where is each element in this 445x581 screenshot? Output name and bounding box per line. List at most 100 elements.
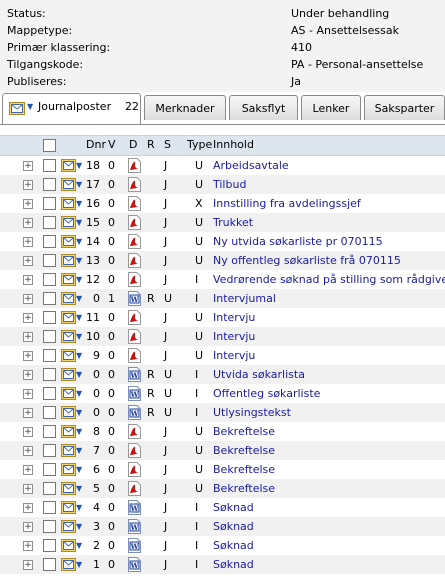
- cell-innhold-link[interactable]: Intervju: [213, 330, 255, 343]
- chevron-down-icon[interactable]: ▼: [76, 256, 82, 265]
- table-row[interactable]: + ▼ 9 0 J U Intervju: [0, 346, 445, 365]
- table-row[interactable]: + ▼ 6 0 J U Bekreftelse: [0, 460, 445, 479]
- mail-folder-icon[interactable]: [61, 197, 76, 210]
- pdf-icon[interactable]: [128, 310, 141, 325]
- cell-innhold-link[interactable]: Innstilling fra avdelingssjef: [213, 197, 361, 210]
- table-row[interactable]: + ▼ 16 0 J X Innstilling fra avdelingssjef: [0, 194, 445, 213]
- chevron-down-icon[interactable]: ▼: [76, 351, 82, 360]
- col-v[interactable]: V: [108, 138, 116, 151]
- cell-innhold-link[interactable]: Søknad: [213, 558, 254, 571]
- row-checkbox[interactable]: [43, 425, 56, 438]
- row-checkbox[interactable]: [43, 463, 56, 476]
- mail-folder-icon[interactable]: [61, 349, 76, 362]
- expand-icon[interactable]: +: [23, 370, 33, 380]
- expand-icon[interactable]: +: [23, 560, 33, 570]
- chevron-down-icon[interactable]: ▼: [76, 465, 82, 474]
- word-icon[interactable]: W: [128, 519, 141, 534]
- expand-icon[interactable]: +: [23, 313, 33, 323]
- table-row[interactable]: + ▼ 0 1 W R U I Intervjumal: [0, 289, 445, 308]
- row-checkbox[interactable]: [43, 273, 56, 286]
- cell-innhold-link[interactable]: Bekreftelse: [213, 425, 275, 438]
- row-checkbox[interactable]: [43, 349, 56, 362]
- tab-saksflyt[interactable]: Saksflyt: [229, 95, 298, 120]
- pdf-icon[interactable]: [128, 443, 141, 458]
- col-type[interactable]: Type: [187, 138, 212, 151]
- expand-icon[interactable]: +: [23, 503, 33, 513]
- mail-folder-icon[interactable]: [61, 558, 76, 571]
- table-row[interactable]: + ▼ 7 0 J U Bekreftelse: [0, 441, 445, 460]
- expand-icon[interactable]: +: [23, 522, 33, 532]
- expand-icon[interactable]: +: [23, 351, 33, 361]
- table-row[interactable]: + ▼ 12 0 J I Vedrørende søknad på stilling som…: [0, 270, 445, 289]
- chevron-down-icon[interactable]: ▼: [76, 237, 82, 246]
- cell-innhold-link[interactable]: Intervju: [213, 349, 255, 362]
- cell-innhold-link[interactable]: Tilbud: [213, 178, 246, 191]
- row-checkbox[interactable]: [43, 197, 56, 210]
- expand-icon[interactable]: +: [23, 161, 33, 171]
- expand-icon[interactable]: +: [23, 199, 33, 209]
- cell-innhold-link[interactable]: Arbeidsavtale: [213, 159, 289, 172]
- table-row[interactable]: + ▼ 8 0 J U Bekreftelse: [0, 422, 445, 441]
- mail-folder-icon[interactable]: [61, 311, 76, 324]
- expand-icon[interactable]: +: [23, 465, 33, 475]
- row-checkbox[interactable]: [43, 387, 56, 400]
- expand-icon[interactable]: +: [23, 237, 33, 247]
- row-checkbox[interactable]: [43, 368, 56, 381]
- mail-folder-icon[interactable]: [61, 520, 76, 533]
- row-checkbox[interactable]: [43, 444, 56, 457]
- cell-innhold-link[interactable]: Intervjumal: [213, 292, 276, 305]
- expand-icon[interactable]: +: [23, 484, 33, 494]
- cell-innhold-link[interactable]: Bekreftelse: [213, 463, 275, 476]
- row-checkbox[interactable]: [43, 330, 56, 343]
- pdf-icon[interactable]: [128, 234, 141, 249]
- chevron-down-icon[interactable]: ▼: [76, 180, 82, 189]
- chevron-down-icon[interactable]: ▼: [76, 199, 82, 208]
- cell-innhold-link[interactable]: Offentleg søkarliste: [213, 387, 320, 400]
- col-s[interactable]: S: [164, 138, 171, 151]
- chevron-down-icon[interactable]: ▼: [76, 218, 82, 227]
- pdf-icon[interactable]: [128, 196, 141, 211]
- tab-saksparter[interactable]: Saksparter: [364, 95, 445, 120]
- row-checkbox[interactable]: [43, 482, 56, 495]
- table-row[interactable]: + ▼ 13 0 J U Ny offentleg søkarliste frå 07011…: [0, 251, 445, 270]
- pdf-icon[interactable]: [128, 253, 141, 268]
- chevron-down-icon[interactable]: ▼: [76, 541, 82, 550]
- cell-innhold-link[interactable]: Trukket: [213, 216, 253, 229]
- expand-icon[interactable]: +: [23, 541, 33, 551]
- cell-innhold-link[interactable]: Vedrørende søknad på stilling som rådgiv…: [213, 273, 445, 286]
- word-icon[interactable]: W: [128, 500, 141, 515]
- row-checkbox[interactable]: [43, 311, 56, 324]
- mail-folder-icon[interactable]: [61, 330, 76, 343]
- mail-folder-icon[interactable]: [61, 425, 76, 438]
- cell-innhold-link[interactable]: Søknad: [213, 539, 254, 552]
- row-checkbox[interactable]: [43, 178, 56, 191]
- expand-icon[interactable]: +: [23, 427, 33, 437]
- cell-innhold-link[interactable]: Bekreftelse: [213, 482, 275, 495]
- word-icon[interactable]: W: [128, 386, 141, 401]
- tab-lenker[interactable]: Lenker: [301, 95, 361, 120]
- word-icon[interactable]: W: [128, 367, 141, 382]
- chevron-down-icon[interactable]: ▼: [76, 161, 82, 170]
- mail-folder-icon[interactable]: [61, 539, 76, 552]
- table-row[interactable]: + ▼ 11 0 J U Intervju: [0, 308, 445, 327]
- pdf-icon[interactable]: [128, 481, 141, 496]
- chevron-down-icon[interactable]: ▼: [76, 427, 82, 436]
- expand-icon[interactable]: +: [23, 294, 33, 304]
- word-icon[interactable]: W: [128, 405, 141, 420]
- mail-folder-icon[interactable]: [61, 216, 76, 229]
- row-checkbox[interactable]: [43, 558, 56, 571]
- chevron-down-icon[interactable]: ▼: [76, 408, 82, 417]
- table-row[interactable]: + ▼ 17 0 J U Tilbud: [0, 175, 445, 194]
- mail-folder-icon[interactable]: [61, 292, 76, 305]
- chevron-down-icon[interactable]: ▼: [76, 275, 82, 284]
- mail-folder-icon[interactable]: [61, 463, 76, 476]
- chevron-down-icon[interactable]: ▼: [76, 522, 82, 531]
- expand-icon[interactable]: +: [23, 218, 33, 228]
- pdf-icon[interactable]: [128, 462, 141, 477]
- pdf-icon[interactable]: [128, 348, 141, 363]
- mail-folder-icon[interactable]: [61, 482, 76, 495]
- cell-innhold-link[interactable]: Søknad: [213, 501, 254, 514]
- expand-icon[interactable]: +: [23, 446, 33, 456]
- table-row[interactable]: + ▼ 15 0 J U Trukket: [0, 213, 445, 232]
- cell-innhold-link[interactable]: Utvida søkarlista: [213, 368, 305, 381]
